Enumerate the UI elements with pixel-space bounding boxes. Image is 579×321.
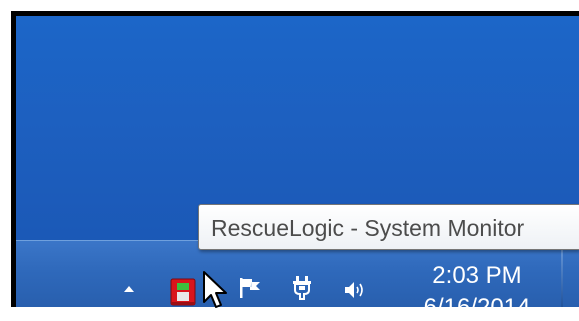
clock-date: 6/16/2014 (423, 293, 531, 321)
taskbar-clock[interactable]: 2:03 PM 6/16/2014 (412, 262, 542, 321)
volume-speaker-icon[interactable] (343, 279, 369, 301)
show-hidden-icons-chevron-up-icon[interactable] (124, 286, 134, 292)
tray-tooltip: RescueLogic - System Monitor (198, 204, 579, 250)
clock-time: 2:03 PM (432, 262, 522, 289)
power-plug-icon[interactable] (290, 275, 316, 301)
action-center-flag-icon[interactable] (238, 276, 264, 300)
mouse-cursor-icon (203, 271, 227, 308)
rescuelogic-system-monitor-icon[interactable] (170, 278, 196, 306)
show-desktop-separator (561, 246, 563, 307)
tooltip-text: RescueLogic - System Monitor (211, 215, 525, 241)
